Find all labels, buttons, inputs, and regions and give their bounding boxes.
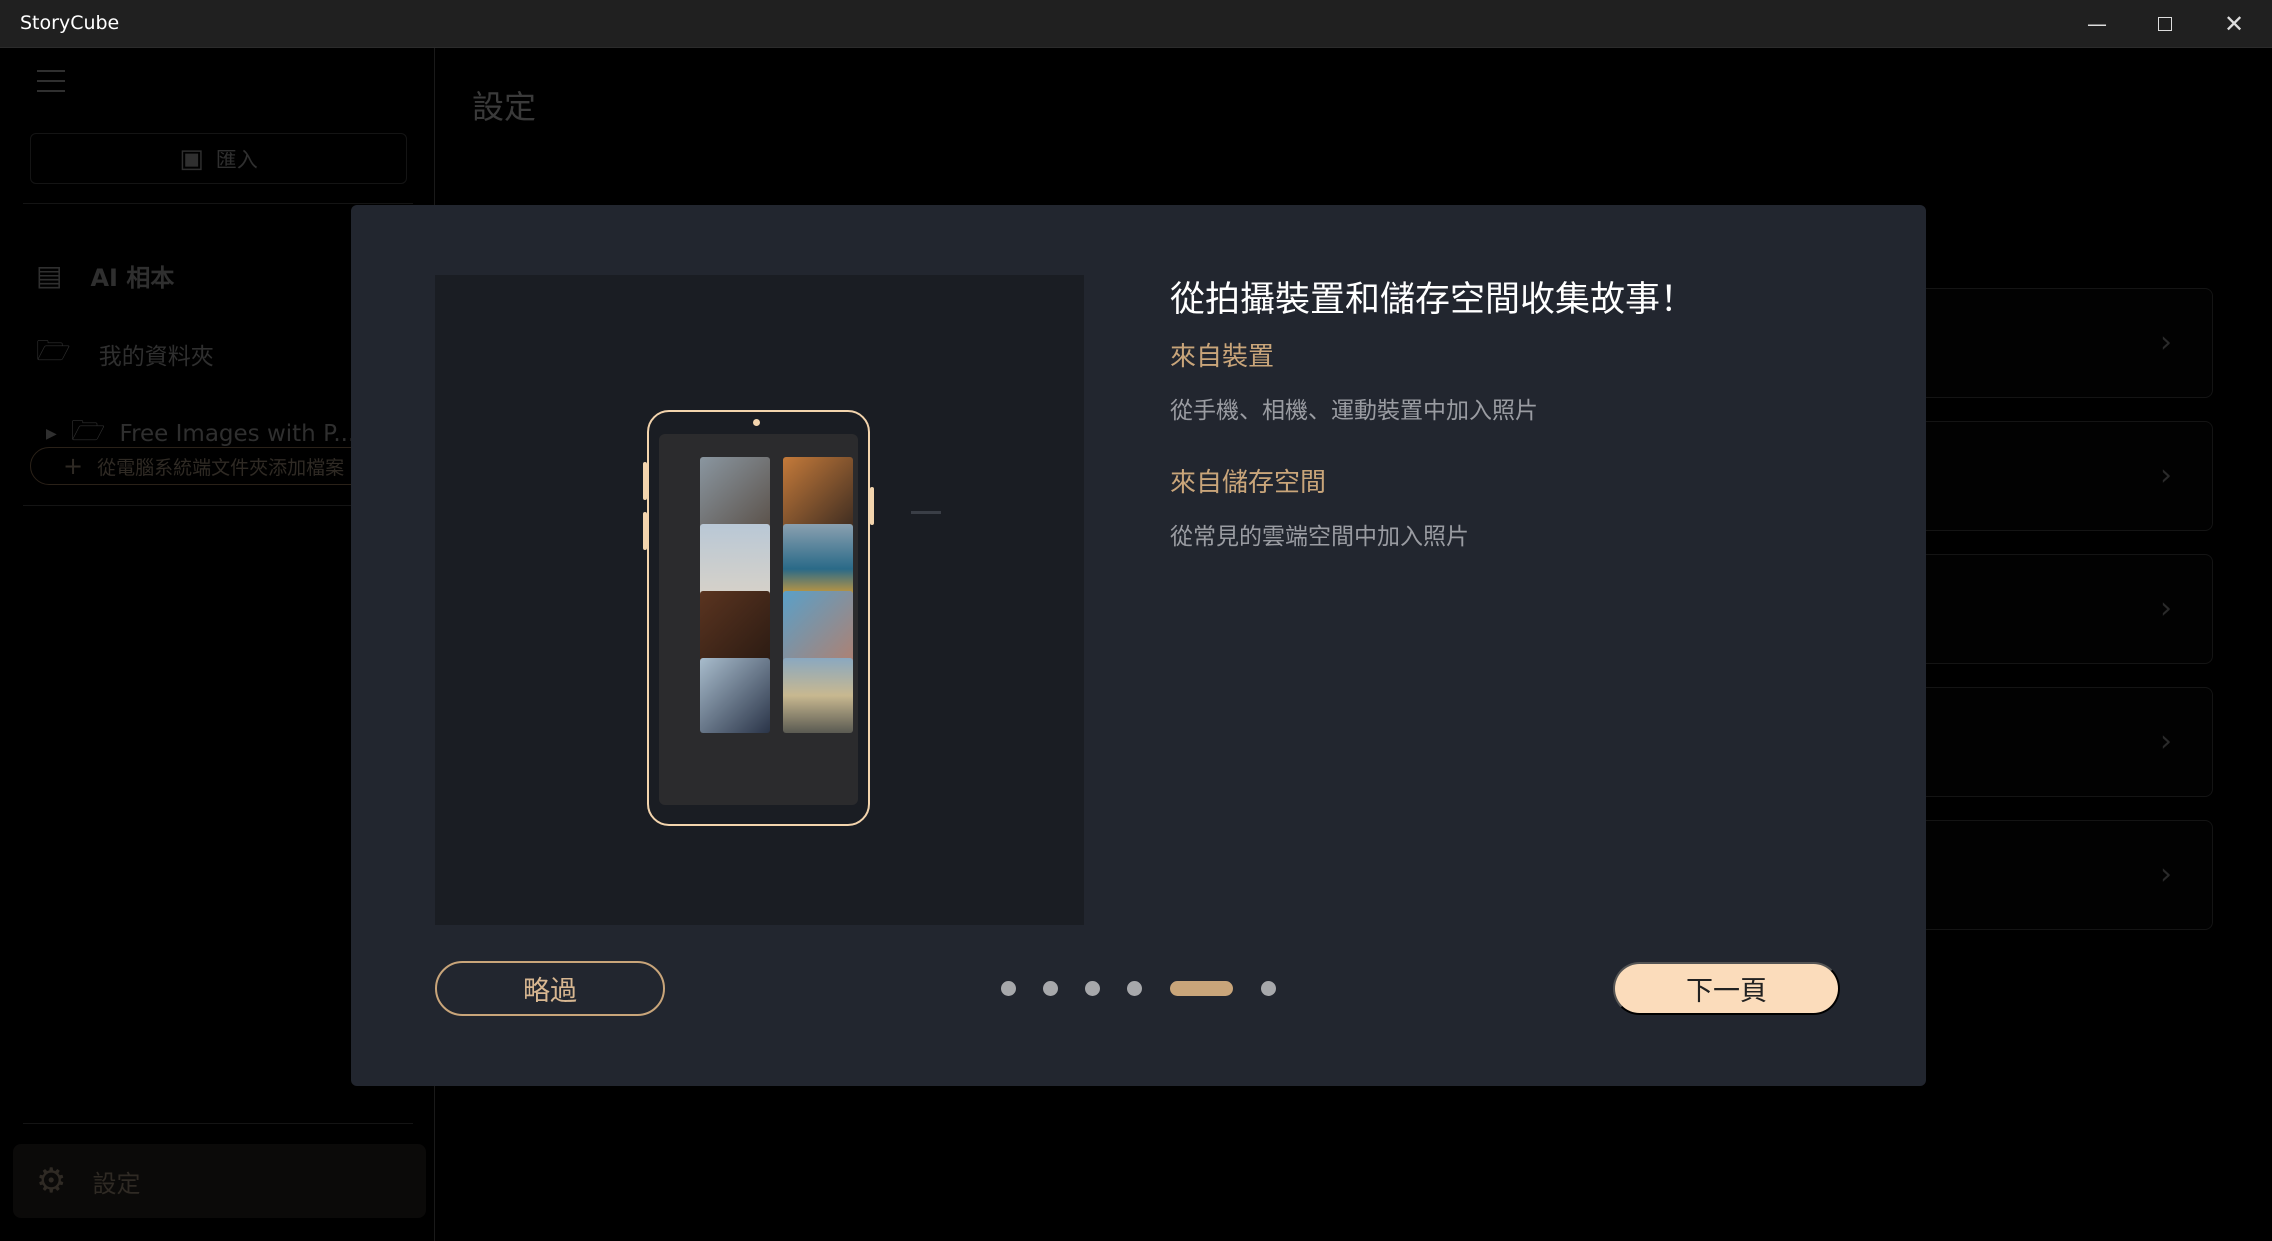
dialog-title: 從拍攝裝置和儲存空間收集故事！ <box>1170 280 1696 320</box>
ai-album-icon: ▤ <box>36 259 63 292</box>
next-button[interactable]: 下一頁 <box>1613 962 1840 1015</box>
page-dot[interactable] <box>1043 981 1058 996</box>
page-dot-active[interactable] <box>1170 981 1233 996</box>
chevron-right-icon: › <box>2160 325 2172 360</box>
photo-thumbnail <box>700 658 770 733</box>
import-button[interactable]: ▣ 匯入 <box>30 133 407 184</box>
chevron-right-icon: › <box>2160 458 2172 493</box>
section-heading: 來自裝置 <box>1170 342 1275 372</box>
gear-icon: ⚙ <box>36 1161 67 1201</box>
sidebar-item-ai-album[interactable]: ▤ AI 相本 <box>36 258 174 293</box>
illustration-panel <box>435 275 1084 925</box>
chevron-right-icon: › <box>2160 591 2172 626</box>
hamburger-menu-icon[interactable] <box>37 70 65 92</box>
close-button[interactable]: ✕ <box>2200 0 2268 48</box>
photo-thumbnail <box>783 658 853 733</box>
chevron-right-icon: › <box>2160 857 2172 892</box>
folder-icon: 🗁 <box>36 334 71 367</box>
image-add-icon: ▣ <box>179 143 204 174</box>
settings-label: 設定 <box>92 1169 141 1198</box>
sidebar-item-my-folders[interactable]: 🗁 我的資料夾 <box>36 330 214 378</box>
decor-line <box>911 511 941 514</box>
photo-thumbnail <box>700 524 770 599</box>
camera-dot <box>753 419 760 426</box>
sidebar-item-label: AI 相本 <box>90 264 175 292</box>
phone-screen <box>659 434 858 805</box>
page-dot[interactable] <box>1085 981 1100 996</box>
section-text: 從常見的雲端空間中加入照片 <box>1170 524 1469 550</box>
chevron-right-icon: › <box>2160 724 2172 759</box>
page-title: 設定 <box>472 88 537 126</box>
title-bar: StoryCube — ✕ <box>0 0 2272 48</box>
phone-illustration <box>643 410 874 826</box>
sidebar-item-label: 我的資料夾 <box>98 344 214 370</box>
folder-label: Free Images with P... <box>119 421 356 447</box>
onboarding-dialog: 從拍攝裝置和儲存空間收集故事！ 來自裝置 從手機、相機、運動裝置中加入照片 來自… <box>351 205 1926 1086</box>
photo-thumbnail <box>700 457 770 532</box>
page-dot[interactable] <box>1261 981 1276 996</box>
section-heading: 來自儲存空間 <box>1170 468 1327 498</box>
photo-thumbnail <box>783 457 853 532</box>
plus-icon: + <box>63 452 84 480</box>
add-folder-label: 從電腦系統端文件夾添加檔案 <box>97 456 345 479</box>
import-label: 匯入 <box>215 147 258 172</box>
photo-thumbnail <box>783 591 853 666</box>
maximize-button[interactable] <box>2131 0 2199 48</box>
skip-button[interactable]: 略過 <box>435 961 665 1016</box>
expand-arrow-icon[interactable]: ▶ <box>46 426 57 442</box>
photo-thumbnail <box>700 591 770 666</box>
section-text: 從手機、相機、運動裝置中加入照片 <box>1170 398 1538 424</box>
photo-thumbnail <box>783 524 853 599</box>
sidebar-item-settings[interactable]: ⚙ 設定 <box>13 1144 426 1218</box>
page-dot[interactable] <box>1001 981 1016 996</box>
app-title: StoryCube <box>20 12 120 34</box>
page-dot[interactable] <box>1127 981 1142 996</box>
minimize-button[interactable]: — <box>2063 0 2131 48</box>
divider <box>23 1123 413 1124</box>
divider <box>23 203 413 204</box>
